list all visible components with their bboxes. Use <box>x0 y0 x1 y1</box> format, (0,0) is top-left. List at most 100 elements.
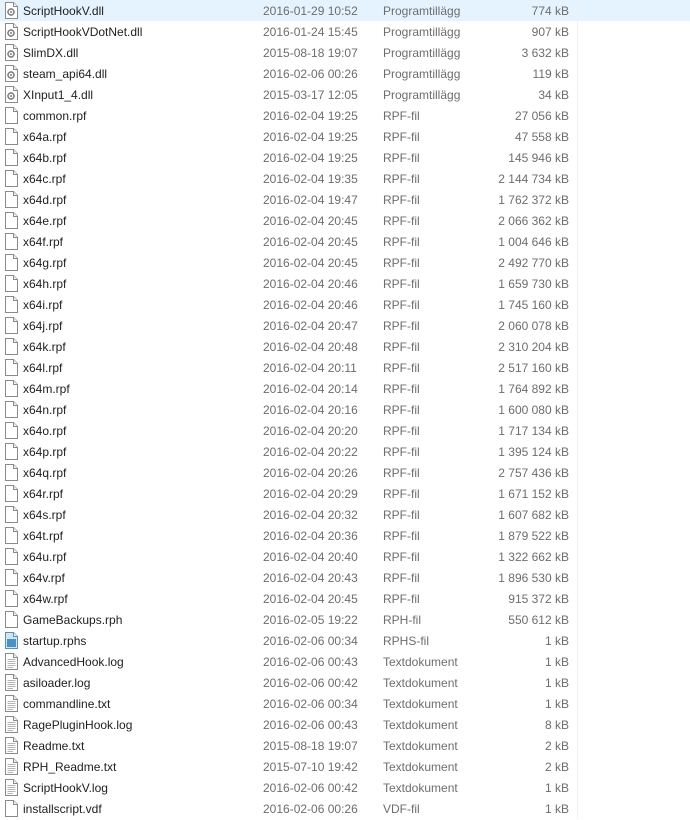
file-name: GameBackups.rph <box>23 613 123 627</box>
file-name: commandline.txt <box>23 697 111 711</box>
file-type: RPF-fil <box>383 109 420 123</box>
file-type: RPF-fil <box>383 529 420 543</box>
file-date-modified: 2016-02-04 20:29 <box>263 487 358 501</box>
file-row[interactable]: x64t.rpf 2016-02-04 20:36 RPF-fil 1 879 522… <box>0 525 690 546</box>
file-size: 1 kB <box>544 676 569 690</box>
file-type: RPF-fil <box>383 487 420 501</box>
file-row[interactable]: x64i.rpf 2016-02-04 20:46 RPF-fil 1 745 160… <box>0 294 690 315</box>
file-row[interactable]: RagePluginHook.log 2016-02-06 00:43 Textdo… <box>0 714 690 735</box>
file-type: RPF-fil <box>383 340 420 354</box>
file-date-modified: 2015-08-18 19:07 <box>263 46 358 60</box>
column-divider <box>577 336 578 357</box>
file-row[interactable]: x64b.rpf 2016-02-04 19:25 RPF-fil 145 946 k… <box>0 147 690 168</box>
file-name: ScriptHookVDotNet.dll <box>23 25 143 39</box>
file-row[interactable]: AdvancedHook.log 2016-02-06 00:43 Textdoku… <box>0 651 690 672</box>
file-row[interactable]: x64w.rpf 2016-02-04 20:45 RPF-fil 915 372 k… <box>0 588 690 609</box>
file-row[interactable]: x64o.rpf 2016-02-04 20:20 RPF-fil 1 717 134… <box>0 420 690 441</box>
dll-file-icon <box>4 65 19 82</box>
file-row[interactable]: x64r.rpf 2016-02-04 20:29 RPF-fil 1 671 152… <box>0 483 690 504</box>
text-document-icon <box>4 695 19 712</box>
file-icon <box>4 800 19 817</box>
file-row[interactable]: x64s.rpf 2016-02-04 20:32 RPF-fil 1 607 682… <box>0 504 690 525</box>
file-row[interactable]: x64d.rpf 2016-02-04 19:47 RPF-fil 1 762 372… <box>0 189 690 210</box>
file-row[interactable]: x64g.rpf 2016-02-04 20:45 RPF-fil 2 492 770… <box>0 252 690 273</box>
file-type: RPF-fil <box>383 424 420 438</box>
file-name: RagePluginHook.log <box>23 718 133 732</box>
file-row[interactable]: asiloader.log 2016-02-06 00:42 Textdokumen… <box>0 672 690 693</box>
file-type: RPF-fil <box>383 151 420 165</box>
file-name: ScriptHookV.dll <box>23 4 104 18</box>
file-row[interactable]: common.rpf 2016-02-04 19:25 RPF-fil 27 056 … <box>0 105 690 126</box>
file-icon <box>4 275 19 292</box>
file-date-modified: 2016-02-04 19:35 <box>263 172 358 186</box>
file-size: 1 kB <box>544 634 569 648</box>
file-icon <box>4 548 19 565</box>
file-name: x64b.rpf <box>23 151 67 165</box>
file-name: x64n.rpf <box>23 403 67 417</box>
file-type: Programtillägg <box>383 67 461 81</box>
file-date-modified: 2016-02-04 20:36 <box>263 529 358 543</box>
file-row[interactable]: steam_api64.dll 2016-02-06 00:26 Programti… <box>0 63 690 84</box>
file-name: XInput1_4.dll <box>23 88 94 102</box>
file-row[interactable]: ScriptHookV.log 2016-02-06 00:42 Textdokum… <box>0 777 690 798</box>
file-date-modified: 2016-02-04 20:45 <box>263 235 358 249</box>
file-icon <box>4 170 19 187</box>
file-row[interactable]: Readme.txt 2015-08-18 19:07 Textdokument 2 … <box>0 735 690 756</box>
file-size: 1 kB <box>544 802 569 816</box>
file-type: RPF-fil <box>383 403 420 417</box>
file-row[interactable]: ScriptHookVDotNet.dll 2016-01-24 15:45 Pro… <box>0 21 690 42</box>
file-date-modified: 2016-02-04 20:43 <box>263 571 358 585</box>
file-date-modified: 2015-08-18 19:07 <box>263 739 358 753</box>
file-name: x64u.rpf <box>23 550 67 564</box>
file-date-modified: 2016-02-06 00:34 <box>263 697 358 711</box>
file-row[interactable]: x64m.rpf 2016-02-04 20:14 RPF-fil 1 764 892… <box>0 378 690 399</box>
file-row[interactable]: x64l.rpf 2016-02-04 20:11 RPF-fil 2 517 160… <box>0 357 690 378</box>
file-row[interactable]: XInput1_4.dll 2015-03-17 12:05 Programtill… <box>0 84 690 105</box>
file-size: 907 kB <box>531 25 569 39</box>
file-type: RPF-fil <box>383 214 420 228</box>
column-divider <box>577 147 578 168</box>
file-row[interactable]: x64q.rpf 2016-02-04 20:26 RPF-fil 2 757 436… <box>0 462 690 483</box>
file-type: RPF-fil <box>383 571 420 585</box>
file-row[interactable]: RPH_Readme.txt 2015-07-10 19:42 Textdokume… <box>0 756 690 777</box>
file-size: 119 kB <box>532 67 569 81</box>
dll-file-icon <box>4 44 19 61</box>
file-row[interactable]: x64n.rpf 2016-02-04 20:16 RPF-fil 1 600 080… <box>0 399 690 420</box>
file-name: x64p.rpf <box>23 445 67 459</box>
file-row[interactable]: GameBackups.rph 2016-02-05 19:22 RPH-fil 55… <box>0 609 690 630</box>
file-row[interactable]: commandline.txt 2016-02-06 00:34 Textdokum… <box>0 693 690 714</box>
column-divider <box>577 441 578 462</box>
file-row[interactable]: x64u.rpf 2016-02-04 20:40 RPF-fil 1 322 662… <box>0 546 690 567</box>
file-date-modified: 2016-02-04 20:26 <box>263 466 358 480</box>
file-size: 2 757 436 kB <box>498 466 569 480</box>
file-icon <box>4 233 19 250</box>
column-divider <box>577 0 578 21</box>
file-size: 3 632 kB <box>521 46 569 60</box>
file-date-modified: 2016-01-24 15:45 <box>263 25 358 39</box>
file-row[interactable]: ScriptHookV.dll 2016-01-29 10:52 Programti… <box>0 0 690 21</box>
file-size: 550 612 kB <box>508 613 569 627</box>
file-row[interactable]: x64f.rpf 2016-02-04 20:45 RPF-fil 1 004 646… <box>0 231 690 252</box>
file-row[interactable]: x64v.rpf 2016-02-04 20:43 RPF-fil 1 896 530… <box>0 567 690 588</box>
file-size: 47 558 kB <box>514 130 569 144</box>
file-row[interactable]: x64c.rpf 2016-02-04 19:35 RPF-fil 2 144 734… <box>0 168 690 189</box>
file-size: 2 kB <box>544 739 569 753</box>
file-name: x64c.rpf <box>23 172 66 186</box>
file-row[interactable]: x64h.rpf 2016-02-04 20:46 RPF-fil 1 659 730… <box>0 273 690 294</box>
file-icon <box>4 443 19 460</box>
file-type: Programtillägg <box>383 4 461 18</box>
file-row[interactable]: x64p.rpf 2016-02-04 20:22 RPF-fil 1 395 124… <box>0 441 690 462</box>
file-row[interactable]: x64k.rpf 2016-02-04 20:48 RPF-fil 2 310 204… <box>0 336 690 357</box>
file-icon <box>4 338 19 355</box>
file-date-modified: 2016-02-04 20:45 <box>263 256 358 270</box>
file-type: RPF-fil <box>383 235 420 249</box>
column-divider <box>577 609 578 630</box>
file-icon <box>4 506 19 523</box>
file-row[interactable]: startup.rphs 2016-02-06 00:34 RPHS-fil 1 kB <box>0 630 690 651</box>
file-row[interactable]: x64j.rpf 2016-02-04 20:47 RPF-fil 2 060 078… <box>0 315 690 336</box>
file-row[interactable]: SlimDX.dll 2015-08-18 19:07 Programtillägg… <box>0 42 690 63</box>
column-divider <box>577 231 578 252</box>
file-row[interactable]: x64e.rpf 2016-02-04 20:45 RPF-fil 2 066 362… <box>0 210 690 231</box>
file-row[interactable]: x64a.rpf 2016-02-04 19:25 RPF-fil 47 558 kB <box>0 126 690 147</box>
file-type: Textdokument <box>383 655 458 669</box>
